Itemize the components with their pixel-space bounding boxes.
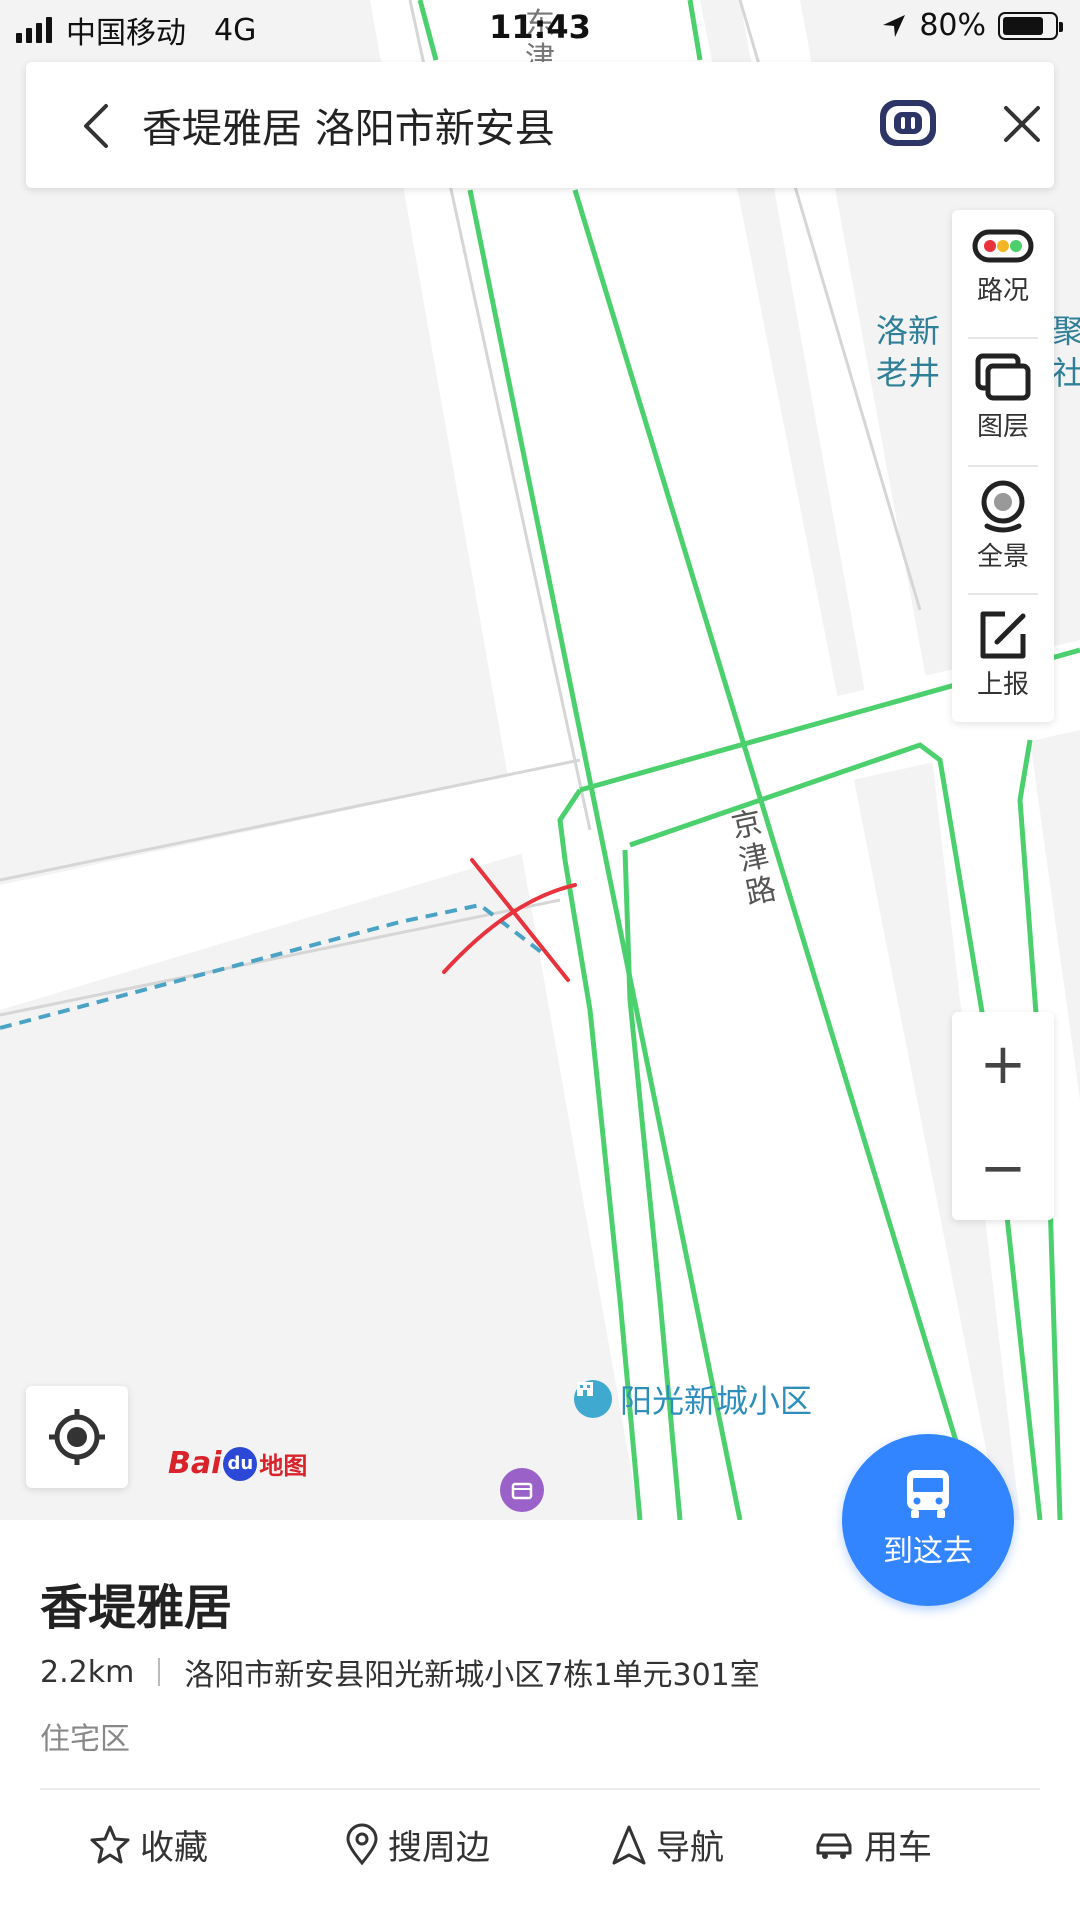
layers-label: 图层 xyxy=(976,412,1029,442)
navigate-label: 导航 xyxy=(656,1828,724,1868)
area-label-left: 洛新 老井 xyxy=(876,310,940,394)
go-here-button[interactable]: 到这去 xyxy=(842,1434,1014,1606)
logo-bai: Bai xyxy=(168,1446,222,1481)
location-pin-icon xyxy=(346,1823,378,1865)
layers-button[interactable]: 图层 xyxy=(952,338,1054,466)
battery-icon xyxy=(998,11,1063,40)
screen: 洛新 老井 聚 社 京 津 路 东 津 阳光新城小区 Bai du 地图 中国移… xyxy=(0,0,1080,1920)
car-icon xyxy=(816,1833,852,1859)
baidu-map-logo: Bai du 地图 xyxy=(168,1446,307,1481)
logo-map: 地图 xyxy=(259,1452,308,1480)
chevron-left-icon xyxy=(84,104,108,148)
area-label-right-line2: 社 xyxy=(1052,354,1080,392)
zoom-out-button[interactable]: − xyxy=(952,1116,1054,1220)
status-bar: 中国移动 4G 11:43 80% xyxy=(0,0,1080,54)
panel-divider xyxy=(40,1788,1040,1790)
report-button[interactable]: 上报 xyxy=(952,594,1054,722)
info-divider xyxy=(158,1658,161,1686)
map-toolbar: 路况 图层 全景 上报 xyxy=(952,210,1054,722)
voice-assistant-button[interactable] xyxy=(876,94,940,154)
close-icon xyxy=(1004,106,1040,142)
nearby-label: 搜周边 xyxy=(388,1828,490,1868)
zoom-in-button[interactable]: + xyxy=(952,1012,1054,1116)
place-address: 洛阳市新安县阳光新城小区7栋1单元301室 xyxy=(184,1658,760,1693)
place-info: 2.2km 洛阳市新安县阳光新城小区7栋1单元301室 xyxy=(40,1650,760,1694)
favorite-button[interactable]: 收藏 xyxy=(88,1820,208,1869)
location-arrow-icon xyxy=(883,14,906,37)
place-name: 香堤雅居 xyxy=(40,1580,233,1636)
bus-icon xyxy=(907,1470,949,1518)
poi-yangguang[interactable]: 阳光新城小区 xyxy=(574,1376,812,1422)
poi-name: 阳光新城小区 xyxy=(620,1382,813,1420)
building-icon xyxy=(574,1380,612,1418)
action-bar: 收藏 搜周边 导航 用车 xyxy=(0,1820,1080,1900)
back-button[interactable] xyxy=(66,94,130,158)
panorama-button[interactable]: 全景 xyxy=(952,466,1054,594)
edit-report-icon xyxy=(980,611,1026,659)
favorite-label: 收藏 xyxy=(140,1828,208,1868)
navigation-arrow-icon xyxy=(612,1825,646,1864)
status-right: 80% xyxy=(881,8,1063,43)
go-here-label: 到这去 xyxy=(883,1534,973,1569)
logo-du: du xyxy=(223,1446,258,1481)
battery-percent: 80% xyxy=(919,8,986,43)
report-label: 上报 xyxy=(976,670,1029,700)
panorama-label: 全景 xyxy=(976,542,1029,572)
area-label-right: 聚 社 xyxy=(1052,310,1080,394)
area-label-left-line2: 老井 xyxy=(876,354,941,392)
battery-fill xyxy=(1003,16,1043,35)
shop-icon[interactable] xyxy=(500,1468,544,1512)
place-type: 住宅区 xyxy=(40,1722,130,1757)
nearby-button[interactable]: 搜周边 xyxy=(344,1820,490,1869)
panorama-pin-icon xyxy=(981,480,1025,533)
ride-button[interactable]: 用车 xyxy=(812,1820,932,1869)
layers-icon xyxy=(975,353,1031,401)
close-button[interactable] xyxy=(990,92,1054,156)
crosshair-icon xyxy=(49,1409,105,1465)
map-canvas[interactable] xyxy=(0,0,1080,1520)
traffic-button[interactable]: 路况 xyxy=(952,210,1054,338)
traffic-light-icon xyxy=(972,229,1034,263)
place-distance: 2.2km xyxy=(40,1654,135,1690)
locate-me-button[interactable] xyxy=(26,1386,128,1488)
zoom-control: + − xyxy=(952,1012,1054,1220)
navigate-button[interactable]: 导航 xyxy=(610,1820,724,1869)
star-icon xyxy=(90,1825,130,1863)
search-query[interactable]: 香堤雅居 洛阳市新安县 xyxy=(142,96,555,154)
search-bar[interactable]: 香堤雅居 洛阳市新安县 xyxy=(26,62,1054,188)
traffic-label: 路况 xyxy=(976,276,1029,306)
area-label-left-line1: 洛新 xyxy=(876,312,941,350)
ride-label: 用车 xyxy=(864,1828,932,1868)
map-view[interactable]: 洛新 老井 聚 社 京 津 路 东 津 阳光新城小区 Bai du 地图 xyxy=(0,0,1080,1520)
robot-icon xyxy=(880,100,936,146)
area-label-right-line1: 聚 xyxy=(1052,312,1080,350)
